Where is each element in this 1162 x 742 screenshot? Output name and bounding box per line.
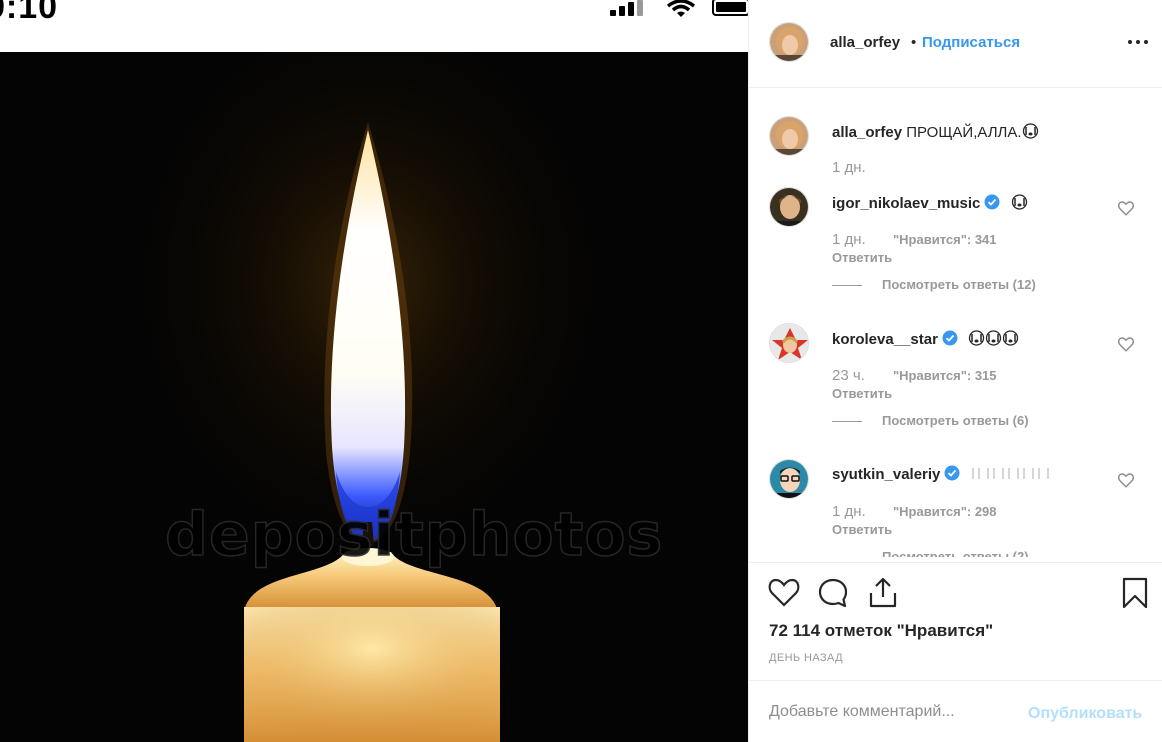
- reply-button[interactable]: Ответить: [832, 522, 892, 537]
- like-comment-heart-icon[interactable]: [1117, 335, 1135, 353]
- avatar[interactable]: [769, 187, 809, 227]
- comments-list[interactable]: alla_orfey ПРОЩАЙ,АЛЛА. 1 дн. igor_nikol…: [749, 89, 1162, 557]
- comment-likes[interactable]: "Нравится": 341: [893, 232, 997, 247]
- like-comment-heart-icon[interactable]: [1117, 471, 1135, 489]
- more-options-icon[interactable]: [1126, 34, 1150, 50]
- view-replies-button[interactable]: Посмотреть ответы (6): [832, 413, 1029, 428]
- comment-username[interactable]: syutkin_valeriy: [832, 466, 940, 483]
- comment-time: 1 дн.: [832, 231, 866, 248]
- comment-input[interactable]: [769, 699, 1019, 725]
- comment-icon[interactable]: [817, 577, 849, 609]
- post-author-username[interactable]: alla_orfey: [830, 34, 900, 51]
- candle-image: [0, 12, 748, 742]
- avatar[interactable]: [769, 323, 809, 363]
- phone-status-bar: 9:10: [0, 0, 748, 52]
- replies-divider-line: [832, 421, 862, 423]
- verified-icon: [942, 330, 958, 346]
- signal-icon: [610, 0, 643, 16]
- replies-divider-line: [832, 285, 862, 287]
- follow-button[interactable]: Подписаться: [922, 34, 1020, 51]
- view-replies-button[interactable]: Посмотреть ответы (12): [832, 277, 1036, 292]
- crying-emoji-icon: [1022, 123, 1038, 139]
- comment-time: 1 дн.: [832, 503, 866, 520]
- post-date: ДЕНЬ НАЗАД: [769, 652, 843, 664]
- view-replies-label: Посмотреть ответы (2): [882, 549, 1029, 557]
- candle-photo[interactable]: depositphotos: [0, 12, 748, 742]
- crying-emoji-icon: [1002, 330, 1019, 346]
- battery-icon: [712, 0, 748, 16]
- candle-emoji-icons: [971, 468, 1049, 479]
- avatar-image: [770, 460, 808, 498]
- comment-likes[interactable]: "Нравится": 298: [893, 504, 997, 519]
- crying-emoji-icon: [968, 330, 985, 346]
- share-icon[interactable]: [867, 575, 899, 609]
- avatar-image: [770, 324, 808, 362]
- crying-emoji-icon: [985, 330, 1002, 346]
- post-media: 9:10: [0, 0, 748, 742]
- avatar[interactable]: [769, 459, 809, 499]
- photo-watermark: depositphotos: [164, 499, 664, 571]
- verified-icon: [944, 465, 960, 481]
- publish-button[interactable]: Опубликовать: [1028, 705, 1142, 723]
- comment-likes[interactable]: "Нравится": 315: [893, 368, 997, 383]
- view-replies-label: Посмотреть ответы (12): [882, 277, 1036, 292]
- post-actions: 72 114 отметок "Нравится" ДЕНЬ НАЗАД: [749, 562, 1162, 682]
- post-side-panel: alla_orfey • Подписаться alla_orfey ПРОЩ…: [748, 0, 1162, 742]
- wifi-icon: [666, 0, 696, 17]
- avatar[interactable]: [769, 116, 809, 156]
- comment-time: 23 ч.: [832, 367, 865, 384]
- view-replies-button[interactable]: Посмотреть ответы (2): [832, 549, 1029, 557]
- likes-count[interactable]: 72 114 отметок "Нравится": [769, 621, 993, 641]
- verified-icon: [984, 194, 1000, 210]
- heart-icon[interactable]: [768, 577, 800, 607]
- add-comment-bar: Опубликовать: [749, 680, 1162, 742]
- comment-username[interactable]: igor_nikolaev_music: [832, 195, 980, 212]
- comment-username[interactable]: koroleva__star: [832, 331, 938, 348]
- like-comment-heart-icon[interactable]: [1117, 199, 1135, 217]
- avatar-image: [770, 188, 808, 226]
- status-time: 9:10: [0, 0, 59, 26]
- post-header: alla_orfey • Подписаться: [749, 0, 1162, 88]
- bookmark-icon[interactable]: [1121, 577, 1149, 609]
- caption-time: 1 дн.: [832, 159, 866, 176]
- crying-emoji-icon: [1011, 194, 1027, 210]
- avatar-image: [770, 117, 808, 155]
- avatar[interactable]: [769, 22, 809, 62]
- caption-username[interactable]: alla_orfey: [832, 124, 902, 141]
- avatar-image: [770, 23, 808, 61]
- view-replies-label: Посмотреть ответы (6): [882, 413, 1029, 428]
- header-separator: •: [911, 34, 917, 51]
- reply-button[interactable]: Ответить: [832, 250, 892, 265]
- reply-button[interactable]: Ответить: [832, 386, 892, 401]
- caption-text: ПРОЩАЙ,АЛЛА.: [906, 124, 1022, 141]
